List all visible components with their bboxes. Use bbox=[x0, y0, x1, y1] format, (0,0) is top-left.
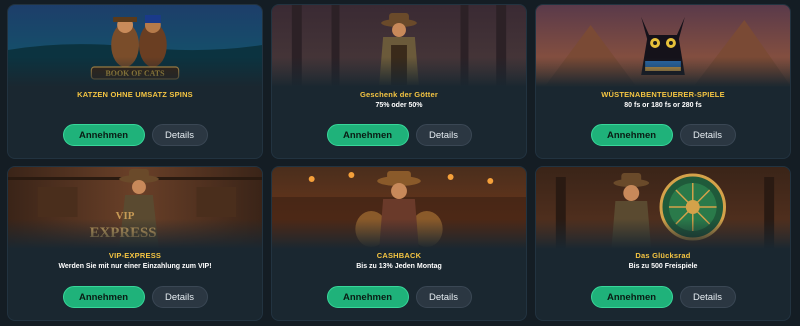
promo-image-egyptian-cat bbox=[536, 5, 790, 87]
promo-subtitle: 80 fs or 180 fs or 280 fs bbox=[624, 102, 702, 109]
accept-button[interactable]: Annehmen bbox=[326, 124, 409, 146]
promo-subtitle: Werden Sie mit nur einer Einzahlung zum … bbox=[58, 263, 212, 270]
promo-card-wuestenabenteurer: WÜSTENABENTEUERER-SPIELE 80 fs or 180 fs… bbox=[535, 4, 791, 159]
promo-card-geschenk-der-goetter: Geschenk der Götter 75% oder 50% Annehme… bbox=[271, 4, 527, 159]
accept-button[interactable]: Annehmen bbox=[590, 124, 673, 146]
details-button[interactable]: Details bbox=[415, 286, 472, 308]
accept-button[interactable]: Annehmen bbox=[590, 286, 673, 308]
promo-card-cashback: CASHBACK Bis zu 13% Jeden Montag Annehme… bbox=[271, 166, 527, 321]
details-button[interactable]: Details bbox=[415, 124, 472, 146]
accept-button[interactable]: Annehmen bbox=[326, 286, 409, 308]
details-button[interactable]: Details bbox=[679, 124, 736, 146]
promo-image-cashback bbox=[272, 167, 526, 249]
promo-title: CASHBACK bbox=[376, 251, 422, 260]
book-of-cats-logo-text: BOOK OF CATS bbox=[106, 69, 166, 78]
accept-button[interactable]: Annehmen bbox=[62, 124, 145, 146]
vip-logo-line1: VIP bbox=[116, 210, 135, 222]
promotions-grid: BOOK OF CATS KATZEN OHNE UMSATZ SPINS An… bbox=[0, 0, 800, 326]
promo-title: VIP-EXPRESS bbox=[108, 251, 162, 260]
promo-image-book-of-cats: BOOK OF CATS bbox=[8, 5, 262, 87]
promo-title: Das Glücksrad bbox=[635, 251, 691, 260]
vip-logo-line2: EXPRESS bbox=[90, 225, 157, 241]
promo-subtitle: Bis zu 500 Freispiele bbox=[628, 263, 698, 270]
promo-subtitle: Bis zu 13% Jeden Montag bbox=[356, 263, 442, 270]
promo-image-wheel bbox=[536, 167, 790, 249]
details-button[interactable]: Details bbox=[151, 124, 208, 146]
promo-image-vip-express: VIP EXPRESS bbox=[8, 167, 262, 249]
promo-subtitle: 75% oder 50% bbox=[375, 102, 423, 109]
details-button[interactable]: Details bbox=[151, 286, 208, 308]
promo-card-vip-express: VIP EXPRESS VIP-EXPRESS Werden Sie mit n… bbox=[7, 166, 263, 321]
details-button[interactable]: Details bbox=[679, 286, 736, 308]
promo-title: KATZEN OHNE UMSATZ SPINS bbox=[77, 90, 193, 99]
promo-image-explorer bbox=[272, 5, 526, 87]
promo-card-book-of-cats: BOOK OF CATS KATZEN OHNE UMSATZ SPINS An… bbox=[7, 4, 263, 159]
promo-title: WÜSTENABENTEUERER-SPIELE bbox=[601, 90, 725, 99]
promo-title: Geschenk der Götter bbox=[360, 90, 438, 99]
promo-card-gluecksrad: Das Glücksrad Bis zu 500 Freispiele Anne… bbox=[535, 166, 791, 321]
accept-button[interactable]: Annehmen bbox=[62, 286, 145, 308]
